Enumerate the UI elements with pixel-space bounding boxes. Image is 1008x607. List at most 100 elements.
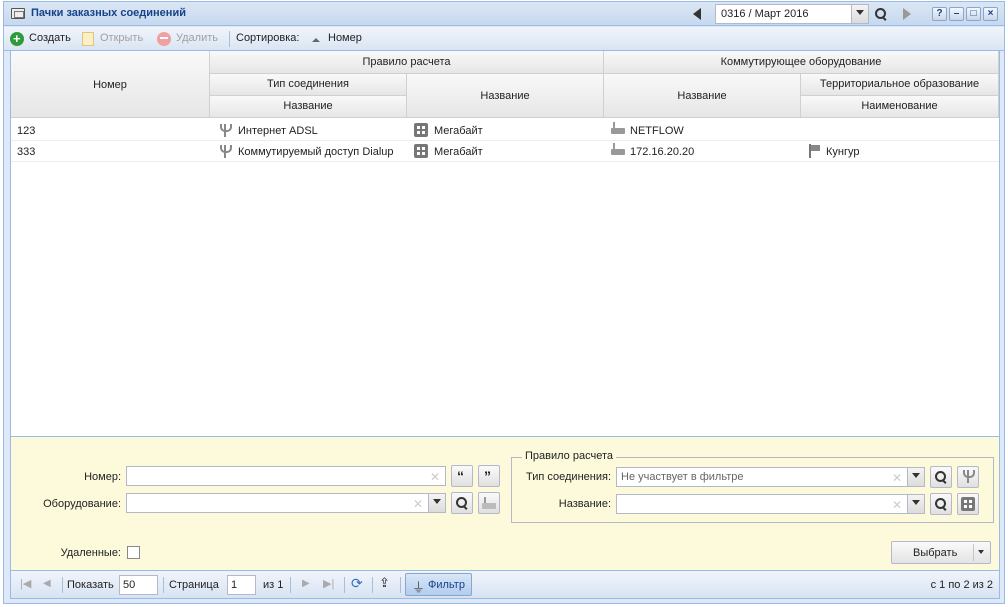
calculator-icon <box>961 497 975 511</box>
column-number[interactable]: Номер <box>11 51 210 118</box>
delete-icon <box>157 32 171 46</box>
column-group-territory: Территориальное образование <box>801 74 999 96</box>
period-search-button[interactable] <box>872 5 892 23</box>
prev-period-button[interactable] <box>688 5 708 23</box>
filter-toggle-button[interactable]: ⏚ Фильтр <box>405 573 472 596</box>
first-page-icon[interactable]: |◀ <box>20 577 32 590</box>
rule-name-combo[interactable]: ✕ <box>616 494 925 514</box>
column-rule-name[interactable]: Название <box>407 74 604 118</box>
rule-name-select-button[interactable] <box>957 493 979 515</box>
close-quote-button[interactable]: ” <box>478 465 500 487</box>
close-quote-icon: ” <box>484 468 491 484</box>
paging-summary: с 1 по 2 из 2 <box>930 579 993 591</box>
period-value: 0316 / Март 2016 <box>721 8 809 20</box>
cell-territory: Кунгур <box>826 146 860 158</box>
clear-icon[interactable]: ✕ <box>892 498 902 512</box>
next-period-button[interactable] <box>897 5 917 23</box>
clear-icon[interactable]: ✕ <box>892 471 902 485</box>
equipment-combo[interactable]: ✕ <box>126 493 446 513</box>
sort-label: Сортировка: <box>236 32 300 44</box>
arrow-left-icon <box>693 8 701 20</box>
select-button-label: Выбрать <box>913 547 958 559</box>
open-document-icon <box>82 32 94 46</box>
help-button[interactable]: ? <box>932 7 947 21</box>
column-group-conn-type: Тип соединения <box>210 74 407 96</box>
cell-number: 123 <box>17 125 36 137</box>
column-conn-type-name[interactable]: Название <box>210 96 407 118</box>
close-button[interactable]: × <box>983 7 998 21</box>
last-page-icon[interactable]: ▶| <box>323 577 335 590</box>
minimize-button[interactable]: – <box>949 7 964 21</box>
export-icon[interactable]: ⇪ <box>379 575 391 590</box>
page-input[interactable]: 1 <box>227 575 256 595</box>
cell-rule: Мегабайт <box>434 125 483 137</box>
rule-name-search-button[interactable] <box>930 493 952 515</box>
router-icon <box>482 497 496 509</box>
connection-type-icon <box>219 124 232 137</box>
rule-legend: Правило расчета <box>522 450 616 462</box>
chevron-down-icon[interactable] <box>978 550 984 554</box>
open-button[interactable]: Открыть <box>100 32 143 44</box>
conn-type-label: Тип соединения: <box>526 471 611 483</box>
refresh-icon[interactable]: ⟳ <box>351 575 363 591</box>
minimize-icon: – <box>953 8 960 19</box>
prev-page-icon[interactable]: ◀ <box>43 578 55 590</box>
close-icon: × <box>987 8 994 19</box>
deleted-checkbox[interactable] <box>127 546 140 559</box>
page-count: из 1 <box>263 579 284 591</box>
next-page-icon[interactable]: ▶ <box>302 578 314 590</box>
sort-asc-icon <box>312 38 320 42</box>
equipment-search-button[interactable] <box>451 492 473 514</box>
title-bar: Пачки заказных соединений 0316 / Март 20… <box>4 2 1004 26</box>
period-combo[interactable]: 0316 / Март 2016 <box>715 4 869 24</box>
select-button-split <box>973 544 974 561</box>
table-row[interactable]: 333 Коммутируемый доступ Dialup Мегабайт… <box>11 141 999 162</box>
router-icon <box>611 143 625 155</box>
create-button[interactable]: + <box>10 31 24 46</box>
rule-fieldset: Правило расчета Тип соединения: Не участ… <box>511 450 994 523</box>
clear-icon[interactable]: ✕ <box>413 497 423 511</box>
sort-field-button[interactable]: Номер <box>328 32 362 44</box>
clear-icon[interactable]: ✕ <box>430 470 440 484</box>
cell-equipment: NETFLOW <box>630 125 684 137</box>
search-icon <box>935 498 947 510</box>
equipment-dropdown-trigger[interactable] <box>428 494 445 512</box>
open-quote-button[interactable]: “ <box>451 465 473 487</box>
router-icon <box>611 122 625 134</box>
number-input[interactable]: ✕ <box>126 466 446 486</box>
cell-rule: Мегабайт <box>434 146 483 158</box>
name-label: Название: <box>558 498 611 510</box>
number-label: Номер: <box>84 471 121 483</box>
calculator-icon <box>414 144 428 158</box>
cell-number: 333 <box>17 146 36 158</box>
column-equipment-name[interactable]: Название <box>604 74 801 118</box>
chevron-down-icon <box>856 10 864 15</box>
conn-type-dropdown-trigger[interactable] <box>907 468 924 486</box>
plus-icon: + <box>13 31 21 46</box>
period-dropdown-trigger[interactable] <box>851 5 868 23</box>
delete-button[interactable]: Удалить <box>176 32 218 44</box>
create-label[interactable]: Создать <box>29 32 71 44</box>
chevron-down-icon <box>912 500 920 505</box>
conn-type-select-button[interactable] <box>957 466 979 488</box>
window-title: Пачки заказных соединений <box>31 7 186 19</box>
conn-type-search-button[interactable] <box>930 466 952 488</box>
page-size-input[interactable]: 50 <box>119 575 158 595</box>
maximize-icon: □ <box>970 8 977 19</box>
connection-type-icon <box>219 145 232 158</box>
open-quote-icon: “ <box>457 468 464 484</box>
window-icon <box>11 8 25 19</box>
page-size-label: Показать <box>67 579 114 591</box>
table-row[interactable]: 123 Интернет ADSL Мегабайт NETFLOW <box>11 120 999 141</box>
calculator-icon <box>414 123 428 137</box>
rule-name-dropdown-trigger[interactable] <box>907 495 924 513</box>
select-button[interactable]: Выбрать <box>891 541 991 564</box>
arrow-right-icon <box>903 8 911 20</box>
equipment-select-button[interactable] <box>478 492 500 514</box>
conn-type-combo[interactable]: Не участвует в фильтре ✕ <box>616 467 925 487</box>
maximize-button[interactable]: □ <box>966 7 981 21</box>
equipment-label: Оборудование: <box>43 498 121 510</box>
filter-panel: Номер: ✕ “ ” Оборудование: ✕ Правило рас… <box>10 437 1000 571</box>
column-territory-name[interactable]: Наименование <box>801 96 999 118</box>
column-group-equipment: Коммутирующее оборудование <box>604 51 999 74</box>
